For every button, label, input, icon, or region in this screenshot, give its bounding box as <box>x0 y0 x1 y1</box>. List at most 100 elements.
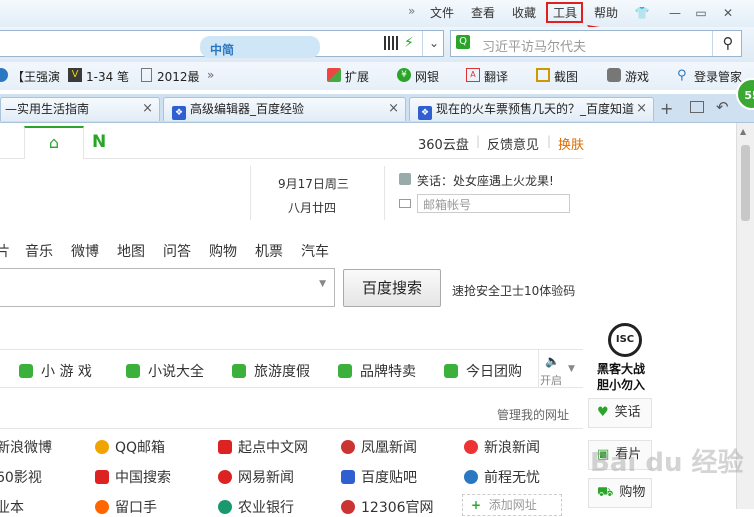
search-engine-icon[interactable]: Q <box>456 35 470 49</box>
category-novels[interactable]: 小说大全 <box>126 361 204 381</box>
speaker-icon[interactable]: 🔈 <box>545 354 560 368</box>
watermark: Bai du 经验 <box>590 448 744 478</box>
menu-tools[interactable]: 工具 <box>553 4 577 21</box>
add-site-button[interactable]: + 添加网址 <box>462 494 562 516</box>
site-163-news[interactable]: 网易新闻 <box>218 467 294 487</box>
menu-file[interactable]: 文件 <box>430 4 454 21</box>
isc-title[interactable]: 黑客大战 <box>597 360 645 377</box>
search-tab-cars[interactable]: 汽车 <box>301 241 329 261</box>
search-tab-flights[interactable]: 机票 <box>255 241 283 261</box>
bookmark-3[interactable]: 2012最 <box>157 68 200 85</box>
site-qidian[interactable]: 起点中文网 <box>218 437 308 457</box>
sound-toggle-label[interactable]: 开启 <box>540 372 562 388</box>
bookmark-more[interactable]: » <box>207 68 214 82</box>
search-tab-qa[interactable]: 问答 <box>163 241 191 261</box>
link-cloud-disk[interactable]: 360云盘 <box>418 134 469 153</box>
bank-shield-icon[interactable]: ¥ <box>397 68 411 82</box>
search-tab-map[interactable]: 地图 <box>117 241 145 261</box>
manage-sites-link[interactable]: 管理我的网址 <box>497 406 569 423</box>
toolbar-extensions[interactable]: 扩展 <box>345 68 369 85</box>
search-tab-weibo[interactable]: 微博 <box>71 241 99 261</box>
extensions-icon[interactable] <box>327 68 341 82</box>
divider: | <box>476 134 481 148</box>
tab-close-icon[interactable]: × <box>388 98 399 120</box>
site-china-search[interactable]: 中国搜索 <box>95 467 171 487</box>
undo-close-icon[interactable]: ↶ <box>716 98 729 116</box>
site-sina-weibo[interactable]: 新浪微博 <box>0 437 52 457</box>
railway-icon <box>341 500 355 514</box>
bookmark-2[interactable]: 1-34 笔 <box>86 68 129 85</box>
login-search-icon[interactable]: ⚲ <box>677 68 687 83</box>
side-jokes-button[interactable]: ♥ 笑话 <box>588 398 652 428</box>
joke-link[interactable]: 笑话：处女座遇上火龙果! <box>417 172 554 189</box>
toolbar-bank[interactable]: 网银 <box>415 68 439 85</box>
link-change-skin[interactable]: 换肤 <box>558 134 584 153</box>
email-placeholder: 邮箱帐号 <box>423 198 472 212</box>
site-12306[interactable]: 12306官网 <box>341 497 434 517</box>
site-partial[interactable]: 业本 <box>0 497 24 517</box>
bookmark-1[interactable]: 【王强演 <box>12 68 60 85</box>
scrollbar-thumb[interactable] <box>741 145 750 221</box>
toolbar-login-manager[interactable]: 登录管家 <box>694 68 742 85</box>
tab-1[interactable]: —实用生活指南 × <box>0 97 160 121</box>
search-tab-shopping[interactable]: 购物 <box>209 241 237 261</box>
site-abc-bank[interactable]: 农业银行 <box>218 497 294 517</box>
tab-2[interactable]: ❖ 高级编辑器_百度经验 × <box>163 97 406 121</box>
tab-close-icon[interactable]: × <box>636 98 647 120</box>
isc-logo[interactable]: ISC <box>608 323 642 357</box>
baidu-paw-icon: ❖ <box>418 106 432 120</box>
divider <box>538 350 539 387</box>
divider <box>250 166 251 220</box>
side-shopping-button[interactable]: ⛟ 购物 <box>588 478 652 508</box>
skin-shirt-icon[interactable]: 👕 <box>632 4 652 22</box>
home-house-icon[interactable]: ⌂ <box>24 126 84 159</box>
toolbar-translate[interactable]: 翻译 <box>484 68 508 85</box>
site-sina-news[interactable]: 新浪新闻 <box>464 437 540 457</box>
menu-help[interactable]: 帮助 <box>594 4 618 21</box>
game-controller-icon[interactable] <box>607 68 621 82</box>
link-feedback[interactable]: 反馈意见 <box>487 134 539 153</box>
search-tab-images[interactable]: 片 <box>0 241 10 261</box>
category-games[interactable]: 小 游 戏 <box>19 361 92 381</box>
main-search-input[interactable]: ▼ <box>0 268 335 307</box>
category-brand-sale[interactable]: 品牌特卖 <box>338 361 416 381</box>
baidu-paw-icon <box>341 470 355 484</box>
tab-close-icon[interactable]: × <box>142 98 153 120</box>
close-button[interactable]: ✕ <box>718 4 738 22</box>
search-tab-music[interactable]: 音乐 <box>25 241 53 261</box>
speed-bolt-icon[interactable]: ⚡ <box>404 35 414 51</box>
site-partial-2[interactable]: 留口手 <box>95 497 157 517</box>
category-group-buy[interactable]: 今日团购 <box>444 361 522 381</box>
baidu-search-button[interactable]: 百度搜索 <box>343 269 441 307</box>
book-icon <box>126 364 140 378</box>
toolbar-screenshot[interactable]: 截图 <box>554 68 578 85</box>
isc-subtitle[interactable]: 胆小勿入 <box>597 376 645 393</box>
minimize-button[interactable]: — <box>665 4 685 22</box>
menu-more[interactable]: » <box>408 4 415 18</box>
search-dropdown-icon[interactable]: ▼ <box>319 279 326 289</box>
restore-button[interactable]: ▭ <box>691 4 711 22</box>
url-dropdown-chevron-icon[interactable]: ⌄ <box>422 31 445 56</box>
toolbar-games[interactable]: 游戏 <box>625 68 649 85</box>
site-360-video[interactable]: 60影视 <box>0 467 42 487</box>
search-magnifier-icon[interactable]: ⚲ <box>712 31 743 56</box>
date-text: 9月17日周三 <box>278 177 349 191</box>
email-input[interactable]: 邮箱帐号 <box>417 194 570 213</box>
promo-link[interactable]: 速抢安全卫士10体验码 <box>452 282 575 299</box>
site-51job[interactable]: 前程无忧 <box>464 467 540 487</box>
tab-3[interactable]: ❖ 现在的火车票预售几天的？_百度知道 × <box>409 97 654 121</box>
translate-icon[interactable]: A <box>466 68 480 82</box>
menu-favorites[interactable]: 收藏 <box>512 4 536 21</box>
scroll-up-icon[interactable]: ▲ <box>740 127 746 136</box>
site-ifeng[interactable]: 凤凰新闻 <box>341 437 417 457</box>
news-n-icon[interactable]: N <box>92 132 106 152</box>
screenshot-icon[interactable] <box>536 68 550 82</box>
category-dropdown-icon[interactable]: ▼ <box>568 364 575 374</box>
qr-code-icon[interactable] <box>384 36 398 50</box>
category-travel[interactable]: 旅游度假 <box>232 361 310 381</box>
site-qq-mail[interactable]: QQ邮箱 <box>95 437 165 457</box>
menu-view[interactable]: 查看 <box>471 4 495 21</box>
tab-list-icon[interactable] <box>690 101 704 113</box>
site-tieba[interactable]: 百度贴吧 <box>341 467 417 487</box>
new-tab-plus-icon[interactable]: + <box>660 99 673 118</box>
